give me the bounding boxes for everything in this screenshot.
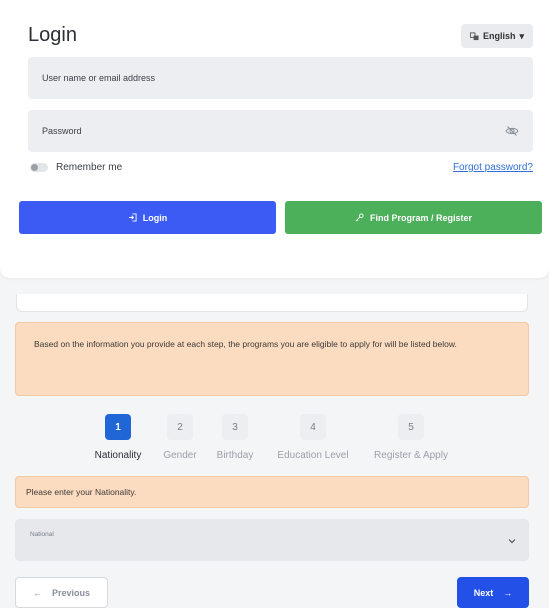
chevron-down-icon: ▾ [519, 30, 525, 41]
step-number: 4 [300, 414, 326, 440]
login-card: Login English ▾ User name or email addre… [0, 0, 549, 278]
previous-button-label: Previous [51, 587, 91, 598]
step-label: Gender [163, 450, 197, 461]
find-program-register-button[interactable]: Find Program / Register [285, 201, 542, 234]
step-number: 1 [105, 414, 131, 440]
previous-button[interactable]: ← Previous [15, 577, 108, 608]
language-label: English [482, 31, 516, 41]
password-placeholder: Password [42, 126, 82, 136]
login-button[interactable]: Login [19, 201, 276, 234]
step-number: 5 [398, 414, 424, 440]
step-birthday[interactable]: 3 Birthday [213, 414, 257, 461]
step-education-level[interactable]: 4 Education Level [273, 414, 353, 461]
step-label: Birthday [216, 450, 254, 461]
step-register-apply[interactable]: 5 Register & Apply [368, 414, 454, 461]
arrow-left-icon: ← [32, 587, 42, 598]
program-list-box [16, 294, 528, 312]
remember-label: Remember me [56, 162, 123, 173]
forgot-password-link[interactable]: Forgot password? [453, 162, 533, 173]
arrow-right-icon: → [503, 587, 513, 598]
step-label: Register & Apply [374, 450, 448, 461]
nationality-select[interactable]: National [15, 519, 529, 561]
password-input[interactable]: Password [28, 110, 533, 152]
step-nationality[interactable]: 1 Nationality [90, 414, 146, 461]
step-gender[interactable]: 2 Gender [160, 414, 200, 461]
remember-toggle[interactable] [30, 163, 48, 172]
language-icon [469, 31, 479, 40]
next-button-label: Next [473, 587, 494, 598]
next-button[interactable]: Next → [457, 577, 529, 608]
nationality-warning: Please enter your Nationality. [15, 476, 529, 508]
eye-off-icon[interactable] [505, 124, 519, 138]
username-input[interactable]: User name or email address [28, 57, 533, 99]
step-label: Education Level [277, 450, 349, 461]
step-number: 3 [222, 414, 248, 440]
step-label: Nationality [94, 450, 142, 461]
info-alert: Based on the information you provide at … [15, 322, 529, 396]
key-icon [355, 213, 364, 222]
step-indicator: 1 Nationality 2 Gender 3 Birthday 4 Educ… [0, 414, 549, 464]
step-number: 2 [167, 414, 193, 440]
login-arrow-icon [128, 213, 137, 222]
remember-me[interactable]: Remember me [30, 162, 122, 173]
chevron-down-icon [508, 539, 516, 544]
nationality-select-placeholder: National [30, 531, 54, 538]
login-button-label: Login [142, 212, 168, 223]
register-button-label: Find Program / Register [369, 212, 473, 223]
language-dropdown[interactable]: English ▾ [461, 24, 533, 48]
login-title: Login [28, 24, 77, 46]
